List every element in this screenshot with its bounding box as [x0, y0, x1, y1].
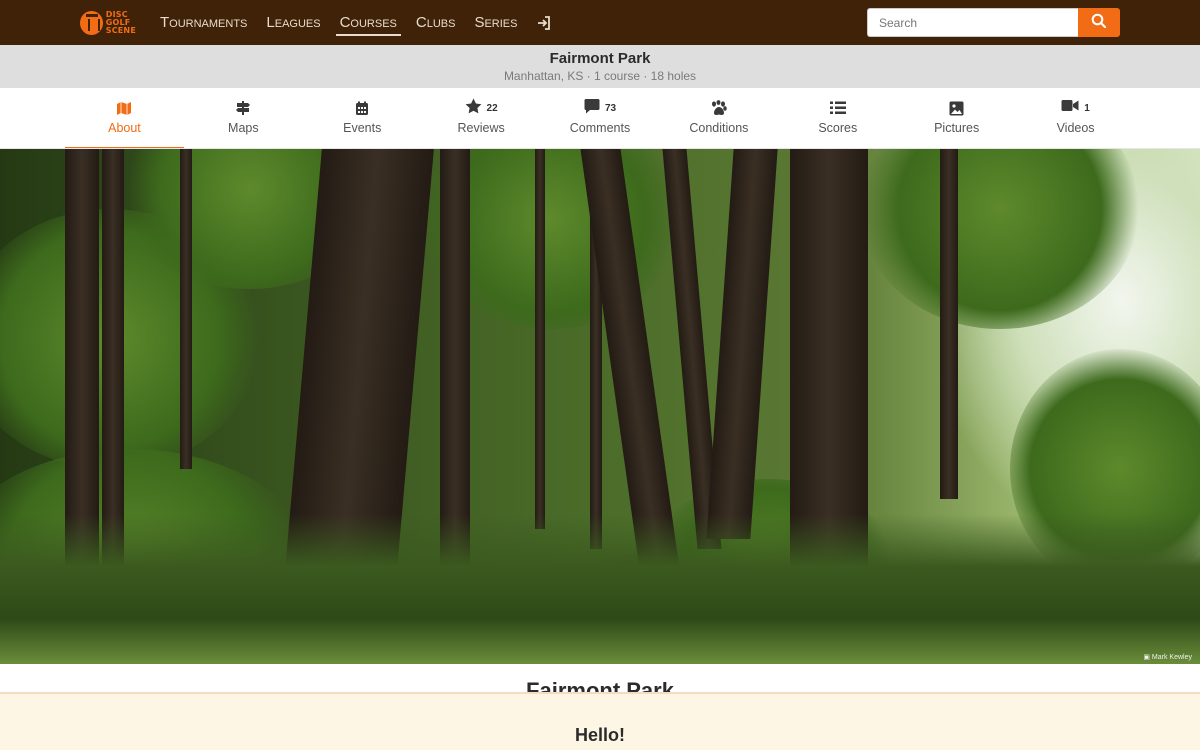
site-logo[interactable]: DISC GOLF SCENE: [80, 8, 136, 38]
course-header: Fairmont Park Manhattan, KS · 1 course ·…: [0, 45, 1200, 88]
paw-icon: [659, 99, 778, 117]
nav-leagues[interactable]: Leagues: [266, 10, 320, 36]
main-nav: Tournaments Leagues Courses Clubs Series: [160, 0, 552, 45]
nav-series[interactable]: Series: [474, 10, 517, 36]
nav-tournaments[interactable]: Tournaments: [160, 10, 247, 36]
search-box: [867, 8, 1120, 37]
tab-about[interactable]: About: [65, 88, 184, 149]
nav-clubs[interactable]: Clubs: [416, 10, 456, 36]
top-navbar: DISC GOLF SCENE Tournaments Leagues Cour…: [0, 0, 1200, 45]
map-icon: [65, 99, 184, 117]
disc-golf-basket-icon: [80, 11, 103, 35]
welcome-banner: Hello!: [0, 692, 1200, 750]
tab-reviews[interactable]: 22 Reviews: [422, 88, 541, 149]
course-tabs: About Maps Events 22 Reviews 73 Comments…: [65, 88, 1135, 149]
photo-credit: ▣ Mark Kewley: [1143, 654, 1192, 661]
image-icon: [897, 99, 1016, 117]
logo-wordmark: DISC GOLF SCENE: [105, 10, 136, 35]
comments-count: 73: [604, 102, 617, 114]
videos-count: 1: [1084, 102, 1090, 114]
star-icon: [465, 98, 482, 119]
nav-courses[interactable]: Courses: [335, 10, 401, 36]
sign-in-icon[interactable]: [536, 15, 552, 31]
calendar-icon: [303, 99, 422, 117]
tab-conditions[interactable]: Conditions: [659, 88, 778, 149]
tab-scores[interactable]: Scores: [778, 88, 897, 149]
course-name: Fairmont Park: [549, 50, 651, 67]
search-input[interactable]: [867, 8, 1078, 37]
reviews-count: 22: [486, 102, 498, 114]
tab-pictures[interactable]: Pictures: [897, 88, 1016, 149]
tab-comments[interactable]: 73 Comments: [541, 88, 660, 149]
banner-title: Hello!: [574, 725, 625, 745]
tab-videos[interactable]: 1 Videos: [1016, 88, 1135, 149]
signpost-icon: [184, 99, 303, 117]
course-hero-photo: ▣ Mark Kewley: [0, 149, 1200, 664]
tab-maps[interactable]: Maps: [184, 88, 303, 149]
search-icon: [1091, 13, 1107, 32]
camera-icon: ▣: [1143, 654, 1150, 661]
comment-icon: [584, 98, 600, 119]
list-icon: [778, 99, 897, 117]
course-subtitle: Manhattan, KS · 1 course · 18 holes: [503, 69, 697, 83]
video-icon: [1061, 99, 1079, 117]
search-button[interactable]: [1078, 8, 1120, 37]
tab-events[interactable]: Events: [303, 88, 422, 149]
